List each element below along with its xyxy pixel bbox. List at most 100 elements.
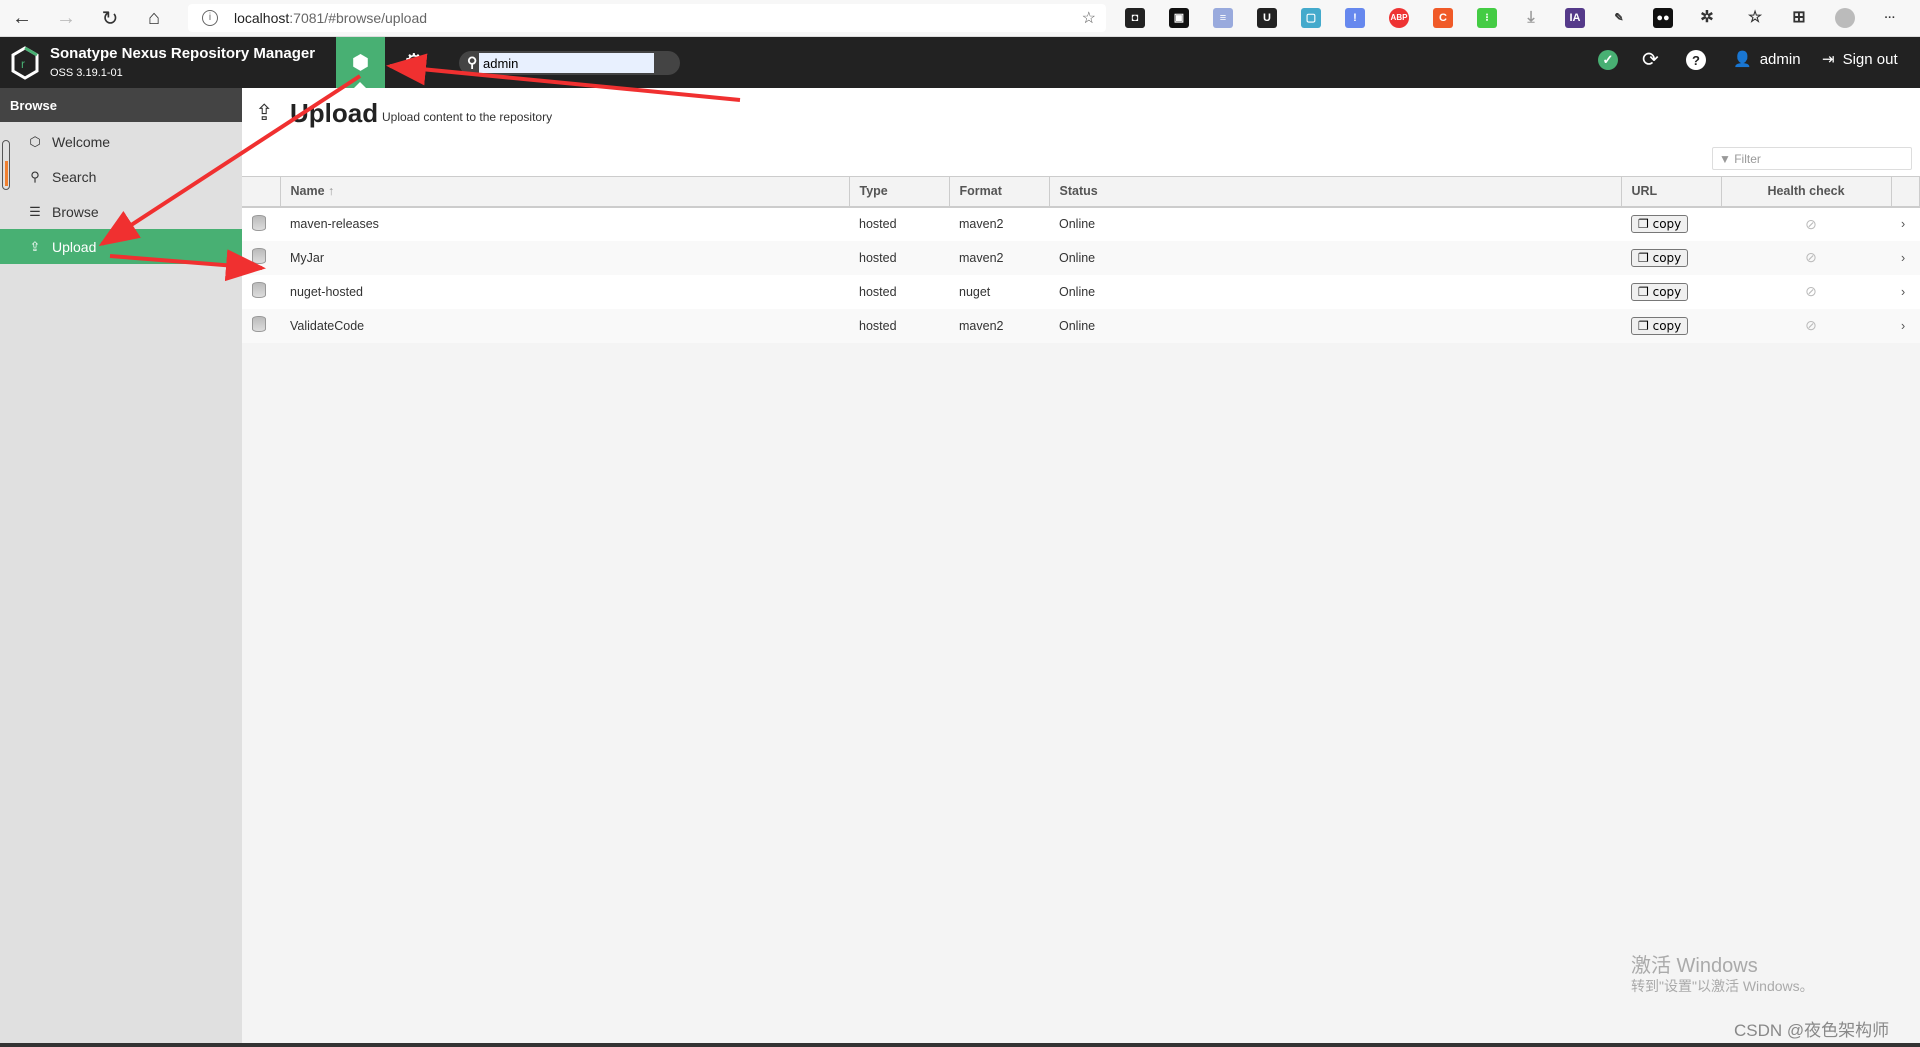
- cell-name: ValidateCode: [280, 308, 849, 343]
- copy-url-button[interactable]: ❐ copy: [1631, 215, 1689, 233]
- clipboard-icon: ❐: [1638, 318, 1649, 333]
- cell-type: hosted: [849, 206, 949, 241]
- admin-gear-icon[interactable]: ⚙: [404, 49, 424, 75]
- page-header: ⇪ Upload Upload content to the repositor…: [242, 88, 1920, 176]
- filter-input[interactable]: ▼ Filter: [1712, 147, 1912, 170]
- adblock-icon[interactable]: ABP: [1389, 8, 1409, 28]
- page-title: Upload: [290, 98, 379, 128]
- windows-activation-watermark: 激活 Windows: [1631, 955, 1758, 977]
- filter-icon: ▼: [1719, 152, 1735, 166]
- sidebar-heading: Browse: [0, 88, 242, 122]
- sidebar-item-upload[interactable]: ⇪ Upload: [0, 229, 242, 264]
- app-header: r Sonatype Nexus Repository Manager OSS …: [0, 37, 1920, 88]
- sidebar-item-search[interactable]: ⚲ Search: [0, 159, 242, 194]
- copy-url-button[interactable]: ❐ copy: [1631, 316, 1689, 335]
- copy-url-button[interactable]: ❐ copy: [1631, 248, 1689, 267]
- cell-type: hosted: [849, 274, 949, 309]
- upload-icon: ⇪: [255, 100, 274, 125]
- chevron-right-icon[interactable]: ›: [1891, 240, 1920, 275]
- repository-icon: [252, 248, 266, 264]
- chevron-right-icon[interactable]: ›: [1891, 274, 1920, 309]
- cell-status: Online: [1049, 206, 1621, 241]
- nexus-logo-icon: r: [11, 46, 39, 80]
- upload-icon: ⇪: [29, 238, 41, 254]
- extension-icon[interactable]: ≡: [1213, 8, 1233, 28]
- main-panel: ⇪ Upload Upload content to the repositor…: [242, 88, 1920, 1047]
- help-icon[interactable]: ?: [1686, 50, 1706, 70]
- cell-format: maven2: [949, 206, 1049, 241]
- favorite-icon[interactable]: ☆: [1082, 8, 1096, 28]
- search-input[interactable]: [479, 53, 654, 73]
- sidebar-item-welcome[interactable]: ⬡ Welcome: [0, 124, 242, 159]
- info-icon[interactable]: i: [202, 10, 218, 26]
- column-header-format[interactable]: Format: [949, 176, 1050, 208]
- user-icon: 👤: [1733, 51, 1752, 68]
- health-check-disabled-icon[interactable]: ⊘: [1721, 274, 1891, 309]
- column-header-url[interactable]: URL: [1621, 176, 1722, 208]
- sign-out-button[interactable]: ⇥ Sign out: [1822, 50, 1898, 69]
- download-icon[interactable]: ⤓: [1521, 8, 1541, 28]
- health-check-disabled-icon[interactable]: ⊘: [1721, 206, 1891, 241]
- cell-name: MyJar: [280, 240, 849, 275]
- repository-icon: [252, 316, 266, 332]
- cell-name: maven-releases: [280, 206, 849, 241]
- extension-icon[interactable]: ✎: [1609, 8, 1629, 28]
- reload-icon[interactable]: ↻: [88, 6, 132, 31]
- extensions-icon[interactable]: ✲: [1697, 8, 1717, 28]
- column-header-name[interactable]: Name ↑: [280, 176, 850, 208]
- page-subtitle: Upload content to the repository: [382, 110, 553, 124]
- column-header-health-check[interactable]: Health check: [1721, 176, 1892, 208]
- user-menu[interactable]: 👤 admin: [1733, 50, 1801, 69]
- extension-icon[interactable]: !: [1345, 8, 1365, 28]
- forward-icon[interactable]: →: [44, 7, 88, 30]
- clipboard-icon: ❐: [1638, 284, 1649, 299]
- cell-type: hosted: [849, 240, 949, 275]
- profile-avatar[interactable]: [1835, 8, 1855, 28]
- windows-activation-hint: 转到"设置"以激活 Windows。: [1631, 978, 1814, 994]
- sidebar-item-browse[interactable]: ☰ Browse: [0, 194, 242, 229]
- extension-icon[interactable]: U: [1257, 8, 1277, 28]
- database-icon: ☰: [29, 203, 41, 219]
- column-header-type[interactable]: Type: [849, 176, 950, 208]
- extension-icon[interactable]: ●●: [1653, 8, 1673, 28]
- back-icon[interactable]: ←: [0, 7, 44, 30]
- collections-icon[interactable]: ⊞: [1789, 8, 1809, 28]
- home-icon[interactable]: ⌂: [132, 7, 176, 30]
- cell-format: nuget: [949, 274, 1049, 309]
- svg-text:r: r: [21, 57, 25, 71]
- chevron-right-icon[interactable]: ›: [1891, 206, 1920, 241]
- extension-icon[interactable]: ▢: [1301, 8, 1321, 28]
- status-ok-icon[interactable]: ✓: [1598, 50, 1618, 70]
- search-icon: ⚲: [30, 168, 40, 184]
- sidebar-resize-handle[interactable]: [2, 140, 10, 190]
- address-bar[interactable]: i localhost:7081/#browse/upload ☆: [188, 4, 1106, 32]
- refresh-icon[interactable]: ⟳: [1642, 47, 1659, 72]
- extension-icon[interactable]: ▣: [1169, 8, 1189, 28]
- cell-type: hosted: [849, 308, 949, 343]
- repository-icon: [252, 282, 266, 298]
- copy-url-button[interactable]: ❐ copy: [1631, 282, 1689, 301]
- table-row[interactable]: MyJar hosted maven2 Online ❐ copy ⊘ ›: [242, 240, 1920, 275]
- browse-mode-button[interactable]: ⬢: [336, 37, 385, 88]
- clipboard-icon: ❐: [1638, 250, 1649, 265]
- search-box: ⚲: [459, 51, 680, 75]
- more-icon[interactable]: ···: [1880, 8, 1900, 28]
- cell-format: maven2: [949, 308, 1049, 343]
- favorites-icon[interactable]: ☆: [1745, 8, 1765, 28]
- table-row[interactable]: nuget-hosted hosted nuget Online ❐ copy …: [242, 274, 1920, 309]
- search-icon: ⚲: [467, 54, 478, 70]
- cell-status: Online: [1049, 240, 1621, 275]
- browser-toolbar: ← → ↻ ⌂ i localhost:7081/#browse/upload …: [0, 0, 1920, 37]
- clipboard-icon: ❐: [1638, 217, 1649, 231]
- cell-status: Online: [1049, 308, 1621, 343]
- table-row[interactable]: maven-releases hosted maven2 Online ❐ co…: [242, 206, 1920, 241]
- table-row[interactable]: ValidateCode hosted maven2 Online ❐ copy…: [242, 308, 1920, 343]
- extension-icon[interactable]: IA: [1565, 8, 1585, 28]
- column-header-status[interactable]: Status: [1049, 176, 1622, 208]
- extension-icon[interactable]: C: [1433, 8, 1453, 28]
- chevron-right-icon[interactable]: ›: [1891, 308, 1920, 343]
- health-check-disabled-icon[interactable]: ⊘: [1721, 308, 1891, 343]
- extension-icon[interactable]: ⁝: [1477, 8, 1497, 28]
- health-check-disabled-icon[interactable]: ⊘: [1721, 240, 1891, 275]
- extension-icon[interactable]: ◘: [1125, 8, 1145, 28]
